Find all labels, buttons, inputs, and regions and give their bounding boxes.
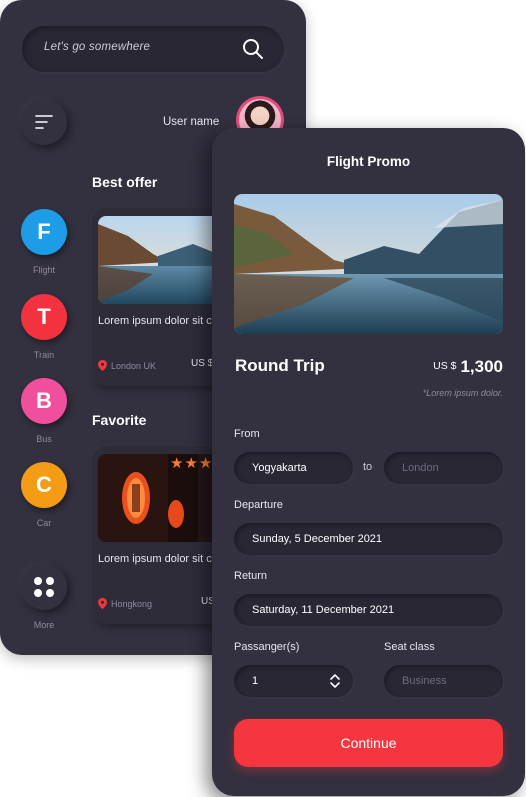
category-label: Train xyxy=(33,350,55,360)
departure-label: Departure xyxy=(234,499,283,511)
search-icon[interactable] xyxy=(242,38,264,60)
rating-stars: ★★★ xyxy=(170,455,214,472)
trip-price: US $1,300 xyxy=(433,357,503,377)
price-note: *Lorem ipsum dolor. xyxy=(422,388,503,398)
category-train[interactable]: T Train xyxy=(21,294,67,360)
location-pin-icon xyxy=(98,360,107,371)
seat-class-label: Seat class xyxy=(384,641,435,653)
return-field[interactable]: Saturday, 11 December 2021 xyxy=(234,594,503,626)
from-field[interactable]: Yogyakarta xyxy=(234,452,353,484)
user-name: User name xyxy=(163,116,220,128)
bus-icon: B xyxy=(21,378,67,424)
grid-icon xyxy=(21,564,67,610)
category-label: Bus xyxy=(36,434,52,444)
menu-icon xyxy=(35,115,53,129)
currency: US $ xyxy=(433,360,457,372)
category-car[interactable]: C Car xyxy=(21,462,67,528)
train-icon: T xyxy=(21,294,67,340)
passenger-label: Passanger(s) xyxy=(234,641,300,653)
search-bar[interactable]: Let's go somewhere xyxy=(22,26,284,72)
departure-field[interactable]: Sunday, 5 December 2021 xyxy=(234,523,503,555)
offer-price: US $ xyxy=(191,358,214,369)
location-pin-icon xyxy=(98,598,107,609)
category-label: Flight xyxy=(32,265,55,275)
flight-icon: F xyxy=(21,209,67,255)
category-flight[interactable]: F Flight xyxy=(21,209,67,275)
location-text: Hongkong xyxy=(111,598,153,609)
to-field[interactable]: London xyxy=(384,452,503,484)
from-label: From xyxy=(234,428,260,440)
menu-button[interactable] xyxy=(21,99,67,145)
to-label: to xyxy=(363,461,373,473)
best-offer-title: Best offer xyxy=(92,174,158,190)
search-input[interactable]: Let's go somewhere xyxy=(44,41,150,53)
flight-promo-screen: Flight Promo Round Trip US $1,300 *Lorem xyxy=(212,128,525,796)
category-label: More xyxy=(33,620,55,630)
favorite-location: Hongkong xyxy=(98,598,152,609)
page-title: Flight Promo xyxy=(326,154,411,169)
continue-button[interactable]: Continue xyxy=(234,719,503,767)
hero-image xyxy=(234,194,503,334)
category-more[interactable]: More xyxy=(21,564,67,630)
category-bus[interactable]: B Bus xyxy=(21,378,67,444)
seat-class-field[interactable]: Business xyxy=(384,665,503,697)
passenger-value: 1 xyxy=(252,675,259,687)
return-label: Return xyxy=(234,570,268,582)
stepper-arrows-icon[interactable] xyxy=(329,672,341,690)
trip-type: Round Trip xyxy=(235,356,325,375)
price-value: 1,300 xyxy=(460,357,503,376)
favorite-title: Favorite xyxy=(92,412,147,428)
car-icon: C xyxy=(21,462,67,508)
category-label: Car xyxy=(36,518,52,528)
offer-location: London UK xyxy=(98,360,156,371)
passenger-stepper[interactable]: 1 xyxy=(234,665,353,697)
location-text: London UK xyxy=(111,360,157,371)
